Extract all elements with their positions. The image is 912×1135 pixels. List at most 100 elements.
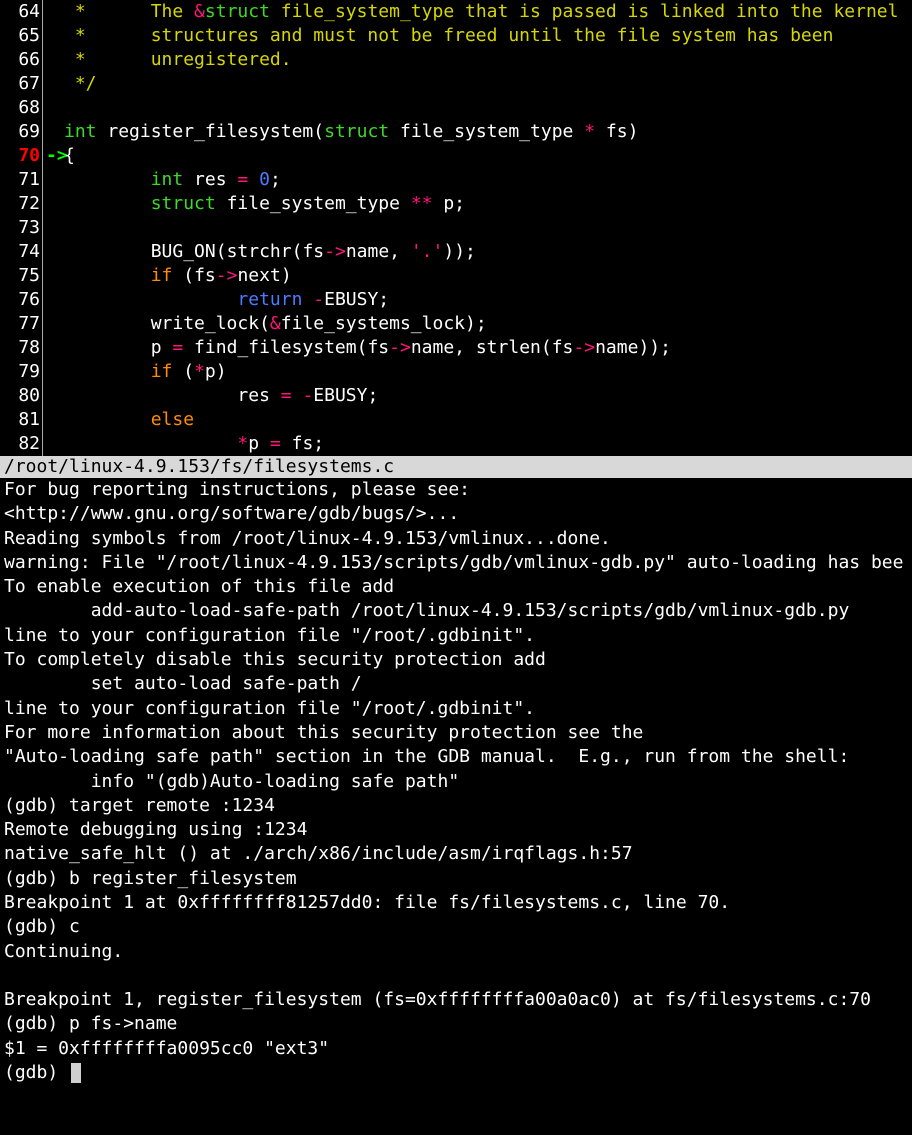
gdb-terminal-pane[interactable]: For bug reporting instructions, please s… xyxy=(0,478,912,1089)
line-number: 70 xyxy=(0,144,42,168)
terminal-line: (gdb) p fs->name xyxy=(4,1012,908,1036)
gutter-divider xyxy=(42,408,43,432)
code-line: 77 write_lock(&file_systems_lock); xyxy=(0,312,912,336)
gutter-divider xyxy=(42,432,43,456)
code-text: */ xyxy=(64,72,97,96)
code-text: int register_filesystem(struct file_syst… xyxy=(64,120,638,144)
gutter-divider xyxy=(42,384,43,408)
gutter-divider xyxy=(42,96,43,120)
terminal-line: set auto-load safe-path / xyxy=(4,672,908,696)
terminal-line: (gdb) b register_filesystem xyxy=(4,867,908,891)
line-number: 73 xyxy=(0,216,42,240)
code-line: 68 xyxy=(0,96,912,120)
code-text: BUG_ON(strchr(fs->name, '.')); xyxy=(64,240,476,264)
line-number: 78 xyxy=(0,336,42,360)
line-number: 77 xyxy=(0,312,42,336)
terminal-line: Reading symbols from /root/linux-4.9.153… xyxy=(4,527,908,551)
line-number: 71 xyxy=(0,168,42,192)
gutter-divider xyxy=(42,312,43,336)
status-bar-file-path: /root/linux-4.9.153/fs/filesystems.c xyxy=(0,456,912,478)
code-line: 78 p = find_filesystem(fs->name, strlen(… xyxy=(0,336,912,360)
code-text: struct file_system_type ** p; xyxy=(64,192,465,216)
line-number: 82 xyxy=(0,432,42,456)
terminal-line xyxy=(4,964,908,988)
gutter-divider xyxy=(42,72,43,96)
code-text: write_lock(&file_systems_lock); xyxy=(64,312,487,336)
terminal-cursor-icon xyxy=(71,1063,81,1083)
code-text: int res = 0; xyxy=(64,168,281,192)
code-line: 69 int register_filesystem(struct file_sy… xyxy=(0,120,912,144)
terminal-line: For more information about this security… xyxy=(4,721,908,745)
terminal-line: line to your configuration file "/root/.… xyxy=(4,624,908,648)
line-number: 81 xyxy=(0,408,42,432)
code-text: { xyxy=(64,144,75,168)
gutter-divider xyxy=(42,264,43,288)
code-line: 80 res = -EBUSY; xyxy=(0,384,912,408)
code-line: 71 int res = 0; xyxy=(0,168,912,192)
code-line: 82 *p = fs; xyxy=(0,432,912,456)
gutter-divider xyxy=(42,336,43,360)
terminal-line: Continuing. xyxy=(4,940,908,964)
line-number: 72 xyxy=(0,192,42,216)
gutter-divider xyxy=(42,24,43,48)
code-line: 75 if (fs->next) xyxy=(0,264,912,288)
code-text: *p = fs; xyxy=(64,432,324,456)
terminal-line: add-auto-load-safe-path /root/linux-4.9.… xyxy=(4,599,908,623)
gutter-divider xyxy=(42,240,43,264)
code-line: 64 * The &struct file_system_type that i… xyxy=(0,0,912,24)
terminal-line: info "(gdb)Auto-loading safe path" xyxy=(4,770,908,794)
gutter-divider xyxy=(42,168,43,192)
terminal-line: $1 = 0xffffffffa0095cc0 "ext3" xyxy=(4,1037,908,1061)
code-line: 76 return -EBUSY; xyxy=(0,288,912,312)
terminal-line: To completely disable this security prot… xyxy=(4,648,908,672)
code-line: 81 else xyxy=(0,408,912,432)
source-code-pane[interactable]: 64 * The &struct file_system_type that i… xyxy=(0,0,912,456)
line-number: 65 xyxy=(0,24,42,48)
code-text: if (*p) xyxy=(64,360,227,384)
terminal-line: For bug reporting instructions, please s… xyxy=(4,478,908,502)
line-number: 68 xyxy=(0,96,42,120)
code-line: 74 BUG_ON(strchr(fs->name, '.')); xyxy=(0,240,912,264)
code-line: 73 xyxy=(0,216,912,240)
gutter-divider xyxy=(42,360,43,384)
terminal-line: (gdb) target remote :1234 xyxy=(4,794,908,818)
terminal-line: <http://www.gnu.org/software/gdb/bugs/>.… xyxy=(4,502,908,526)
code-text: else xyxy=(64,408,194,432)
gutter-divider xyxy=(42,0,43,24)
code-text: p = find_filesystem(fs->name, strlen(fs-… xyxy=(64,336,671,360)
line-number: 67 xyxy=(0,72,42,96)
gdb-prompt: (gdb) xyxy=(4,1062,69,1083)
code-text: return -EBUSY; xyxy=(64,288,389,312)
terminal-line: warning: File "/root/linux-4.9.153/scrip… xyxy=(4,551,908,575)
line-number: 69 xyxy=(0,120,42,144)
line-number: 64 xyxy=(0,0,42,24)
code-line: 66 * unregistered. xyxy=(0,48,912,72)
terminal-line: Breakpoint 1 at 0xffffffff81257dd0: file… xyxy=(4,891,908,915)
code-text: * The &struct file_system_type that is p… xyxy=(64,0,898,24)
code-text: * unregistered. xyxy=(64,48,292,72)
terminal-line: Remote debugging using :1234 xyxy=(4,818,908,842)
line-number: 79 xyxy=(0,360,42,384)
terminal-prompt-line[interactable]: (gdb) xyxy=(4,1061,908,1085)
gutter-divider xyxy=(42,48,43,72)
current-line-arrow-icon: -> xyxy=(46,144,64,168)
code-text: res = -EBUSY; xyxy=(64,384,378,408)
line-number: 74 xyxy=(0,240,42,264)
code-line: 70->{ xyxy=(0,144,912,168)
code-line: 67 */ xyxy=(0,72,912,96)
gutter-divider xyxy=(42,288,43,312)
line-number: 75 xyxy=(0,264,42,288)
gutter-divider xyxy=(42,120,43,144)
line-number: 66 xyxy=(0,48,42,72)
terminal-line: To enable execution of this file add xyxy=(4,575,908,599)
terminal-line: (gdb) c xyxy=(4,915,908,939)
gutter-divider xyxy=(42,144,43,168)
terminal-line: "Auto-loading safe path" section in the … xyxy=(4,745,908,769)
code-text: * structures and must not be freed until… xyxy=(64,24,833,48)
terminal-line: Breakpoint 1, register_filesystem (fs=0x… xyxy=(4,988,908,1012)
code-line: 72 struct file_system_type ** p; xyxy=(0,192,912,216)
code-line: 79 if (*p) xyxy=(0,360,912,384)
gutter-divider xyxy=(42,216,43,240)
code-line: 65 * structures and must not be freed un… xyxy=(0,24,912,48)
terminal-line: native_safe_hlt () at ./arch/x86/include… xyxy=(4,842,908,866)
